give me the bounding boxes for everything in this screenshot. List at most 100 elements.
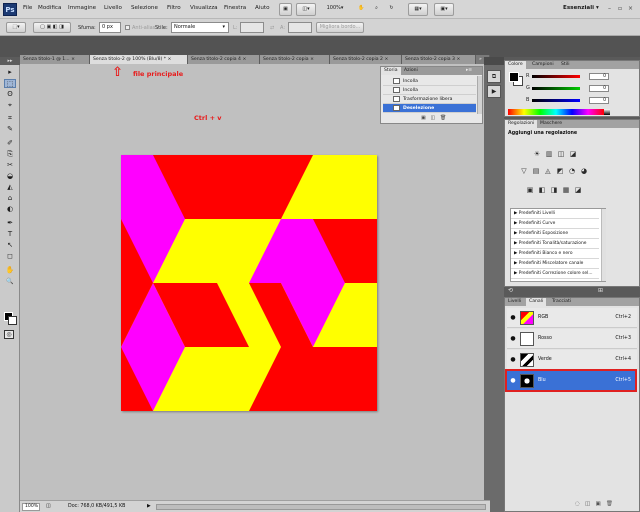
lasso-tool-icon[interactable]: ʘ bbox=[4, 90, 16, 99]
menu-file[interactable]: File bbox=[23, 5, 32, 11]
hue-saturation-icon[interactable]: ▤ bbox=[531, 167, 541, 176]
close-icon[interactable]: × bbox=[310, 57, 314, 62]
tab-maschere[interactable]: Maschere bbox=[537, 120, 565, 128]
red-value-input[interactable]: 0 bbox=[589, 73, 609, 80]
tab-regolazioni[interactable]: Regolazioni bbox=[505, 120, 538, 128]
color-spectrum-bar[interactable] bbox=[508, 109, 604, 115]
close-icon[interactable]: × bbox=[71, 57, 75, 62]
tab-canali[interactable]: Canali bbox=[526, 298, 547, 306]
type-tool-icon[interactable]: T bbox=[4, 230, 16, 239]
history-brush-tool-icon[interactable]: ◒ bbox=[4, 172, 16, 181]
invert-icon[interactable]: ▣ bbox=[525, 186, 535, 195]
channels-footer-icons[interactable]: ◌ ◫ ▣ 🗑 bbox=[575, 501, 613, 507]
eraser-tool-icon[interactable]: ◭ bbox=[4, 183, 16, 192]
minimize-icon[interactable]: – bbox=[608, 5, 611, 12]
zoom-tool-icon[interactable]: ⌕ bbox=[371, 3, 382, 16]
tab-senza-titolo-2-copia-3[interactable]: Senza titolo-2 copia 3 × bbox=[402, 55, 476, 64]
panel-menu-icon[interactable]: ▸≡ bbox=[463, 67, 475, 75]
menu-selezione[interactable]: Selezione bbox=[131, 5, 158, 11]
green-value-input[interactable]: 0 bbox=[589, 85, 609, 92]
preset-item[interactable]: ▶ Predefiniti Bianco e nero bbox=[511, 249, 599, 259]
menu-modifica[interactable]: Modifica bbox=[38, 5, 61, 11]
zoom-tool-icon[interactable]: 🔍 bbox=[4, 277, 16, 286]
status-icon[interactable]: ◫ bbox=[46, 503, 51, 509]
hand-tool-icon[interactable]: ✋ bbox=[356, 3, 367, 16]
preset-item[interactable]: ▶ Predefiniti Livelli bbox=[511, 209, 599, 219]
red-slider[interactable] bbox=[532, 75, 580, 78]
move-tool-icon[interactable]: ▸ bbox=[4, 68, 16, 77]
panel-collapse-icon[interactable]: ▸▸ bbox=[0, 57, 20, 65]
status-zoom-input[interactable]: 100% bbox=[22, 503, 40, 511]
path-selection-tool-icon[interactable]: ↖ bbox=[4, 241, 16, 250]
arrange-documents-icon[interactable]: ▦▾ bbox=[408, 3, 428, 16]
menu-immagine[interactable]: Immagine bbox=[68, 5, 96, 11]
document-canvas[interactable] bbox=[121, 155, 377, 411]
close-icon[interactable]: × bbox=[456, 57, 460, 62]
tab-storia[interactable]: Storia bbox=[381, 67, 401, 75]
green-slider[interactable] bbox=[532, 87, 580, 90]
width-input[interactable] bbox=[240, 22, 264, 33]
visibility-eye-icon[interactable]: ● bbox=[509, 314, 517, 322]
channel-row-verde[interactable]: ● Verde Ctrl+4 bbox=[507, 350, 637, 370]
history-panel-icon[interactable]: ⧉ bbox=[487, 70, 501, 83]
menu-filtro[interactable]: Filtro bbox=[167, 5, 181, 11]
tab-stili[interactable]: Stili bbox=[558, 61, 573, 69]
screen-mode-icon[interactable]: ▣▾ bbox=[434, 3, 454, 16]
visibility-eye-icon[interactable]: ● bbox=[509, 335, 517, 343]
visibility-eye-icon[interactable]: ● bbox=[509, 356, 517, 364]
refine-edge-button[interactable]: Migliora bordo... bbox=[316, 22, 364, 33]
tool-preset-picker[interactable]: ⬚▾ bbox=[6, 22, 26, 33]
workspace-switcher[interactable]: Essenziali ▾ bbox=[563, 5, 599, 11]
menu-aiuto[interactable]: Aiuto bbox=[255, 5, 270, 11]
adjustments-footer-icon[interactable]: ⟲ bbox=[508, 287, 513, 294]
eyedropper-tool-icon[interactable]: ✎ bbox=[4, 125, 16, 134]
zoom-level-dropdown[interactable]: 100%▾ bbox=[322, 3, 348, 16]
tab-azioni[interactable]: Azioni bbox=[401, 67, 421, 75]
status-menu-arrow-icon[interactable]: ▶ bbox=[147, 504, 151, 509]
actions-panel-icon[interactable]: ▶ bbox=[487, 85, 501, 98]
close-icon[interactable]: × bbox=[242, 57, 246, 62]
history-scrollbar[interactable] bbox=[477, 76, 482, 114]
tab-campioni[interactable]: Campioni bbox=[529, 61, 557, 69]
tab-senza-titolo-2[interactable]: Senza titolo-2 @ 100% (Blu/8) * × bbox=[90, 55, 188, 64]
menu-livello[interactable]: Livello bbox=[104, 5, 122, 11]
tab-tracciati[interactable]: Tracciati bbox=[549, 298, 574, 306]
tab-senza-titolo-2-copia-2[interactable]: Senza titolo-2 copia 2 × bbox=[330, 55, 402, 64]
black-white-icon[interactable]: ◩ bbox=[555, 167, 565, 176]
history-item-selected[interactable]: Deselezione bbox=[383, 104, 476, 113]
close-icon[interactable]: × bbox=[168, 57, 172, 62]
preset-item[interactable]: ▶ Predefiniti Correzione colore sel... bbox=[511, 269, 599, 279]
vibrance-icon[interactable]: ▽ bbox=[519, 167, 529, 176]
gradient-map-icon[interactable]: ▦ bbox=[561, 186, 571, 195]
antialias-checkbox[interactable] bbox=[125, 25, 130, 30]
exposure-icon[interactable]: ◪ bbox=[568, 150, 578, 159]
height-input[interactable] bbox=[288, 22, 312, 33]
view-extras-icon[interactable]: ◫▾ bbox=[296, 3, 316, 16]
healing-brush-tool-icon[interactable]: ✐ bbox=[4, 139, 16, 148]
swap-icon[interactable]: ⇄ bbox=[270, 25, 274, 31]
blue-value-input[interactable]: 0 bbox=[589, 97, 609, 104]
preset-item[interactable]: ▶ Predefiniti Tonalità/saturazione bbox=[511, 239, 599, 249]
color-balance-icon[interactable]: ◬ bbox=[543, 167, 553, 176]
brush-tool-icon[interactable]: ⎘ bbox=[4, 150, 16, 159]
rotate-view-icon[interactable]: ↻ bbox=[386, 3, 397, 16]
background-color-swatch[interactable] bbox=[8, 316, 17, 325]
adjustments-footer-icon[interactable]: ⊞ bbox=[598, 287, 603, 294]
close-icon[interactable]: × bbox=[628, 5, 633, 12]
history-item[interactable]: Trasformazione libera bbox=[383, 95, 476, 104]
tab-senza-titolo-2-copia-4[interactable]: Senza titolo-2 copia 4 × bbox=[188, 55, 260, 64]
sfuma-input[interactable]: 0 px bbox=[99, 22, 121, 33]
channel-mixer-icon[interactable]: ◕ bbox=[579, 167, 589, 176]
pen-tool-icon[interactable]: ✒ bbox=[4, 219, 16, 228]
tab-senza-titolo-1[interactable]: Senza titolo-1 @ 1... × bbox=[20, 55, 90, 64]
preset-item[interactable]: ▶ Predefiniti Esposizione bbox=[511, 229, 599, 239]
presets-scrollbar[interactable] bbox=[601, 209, 606, 281]
curves-icon[interactable]: ◫ bbox=[556, 150, 566, 159]
stile-dropdown[interactable]: Normale ▾ bbox=[171, 22, 229, 33]
channel-row-rosso[interactable]: ● Rosso Ctrl+3 bbox=[507, 329, 637, 349]
shape-tool-icon[interactable]: ◻ bbox=[4, 252, 16, 261]
horizontal-scrollbar[interactable] bbox=[156, 504, 486, 510]
photo-filter-icon[interactable]: ◔ bbox=[567, 167, 577, 176]
restore-icon[interactable]: ▫ bbox=[618, 5, 622, 12]
quick-mask-icon[interactable]: ◎ bbox=[4, 330, 14, 339]
